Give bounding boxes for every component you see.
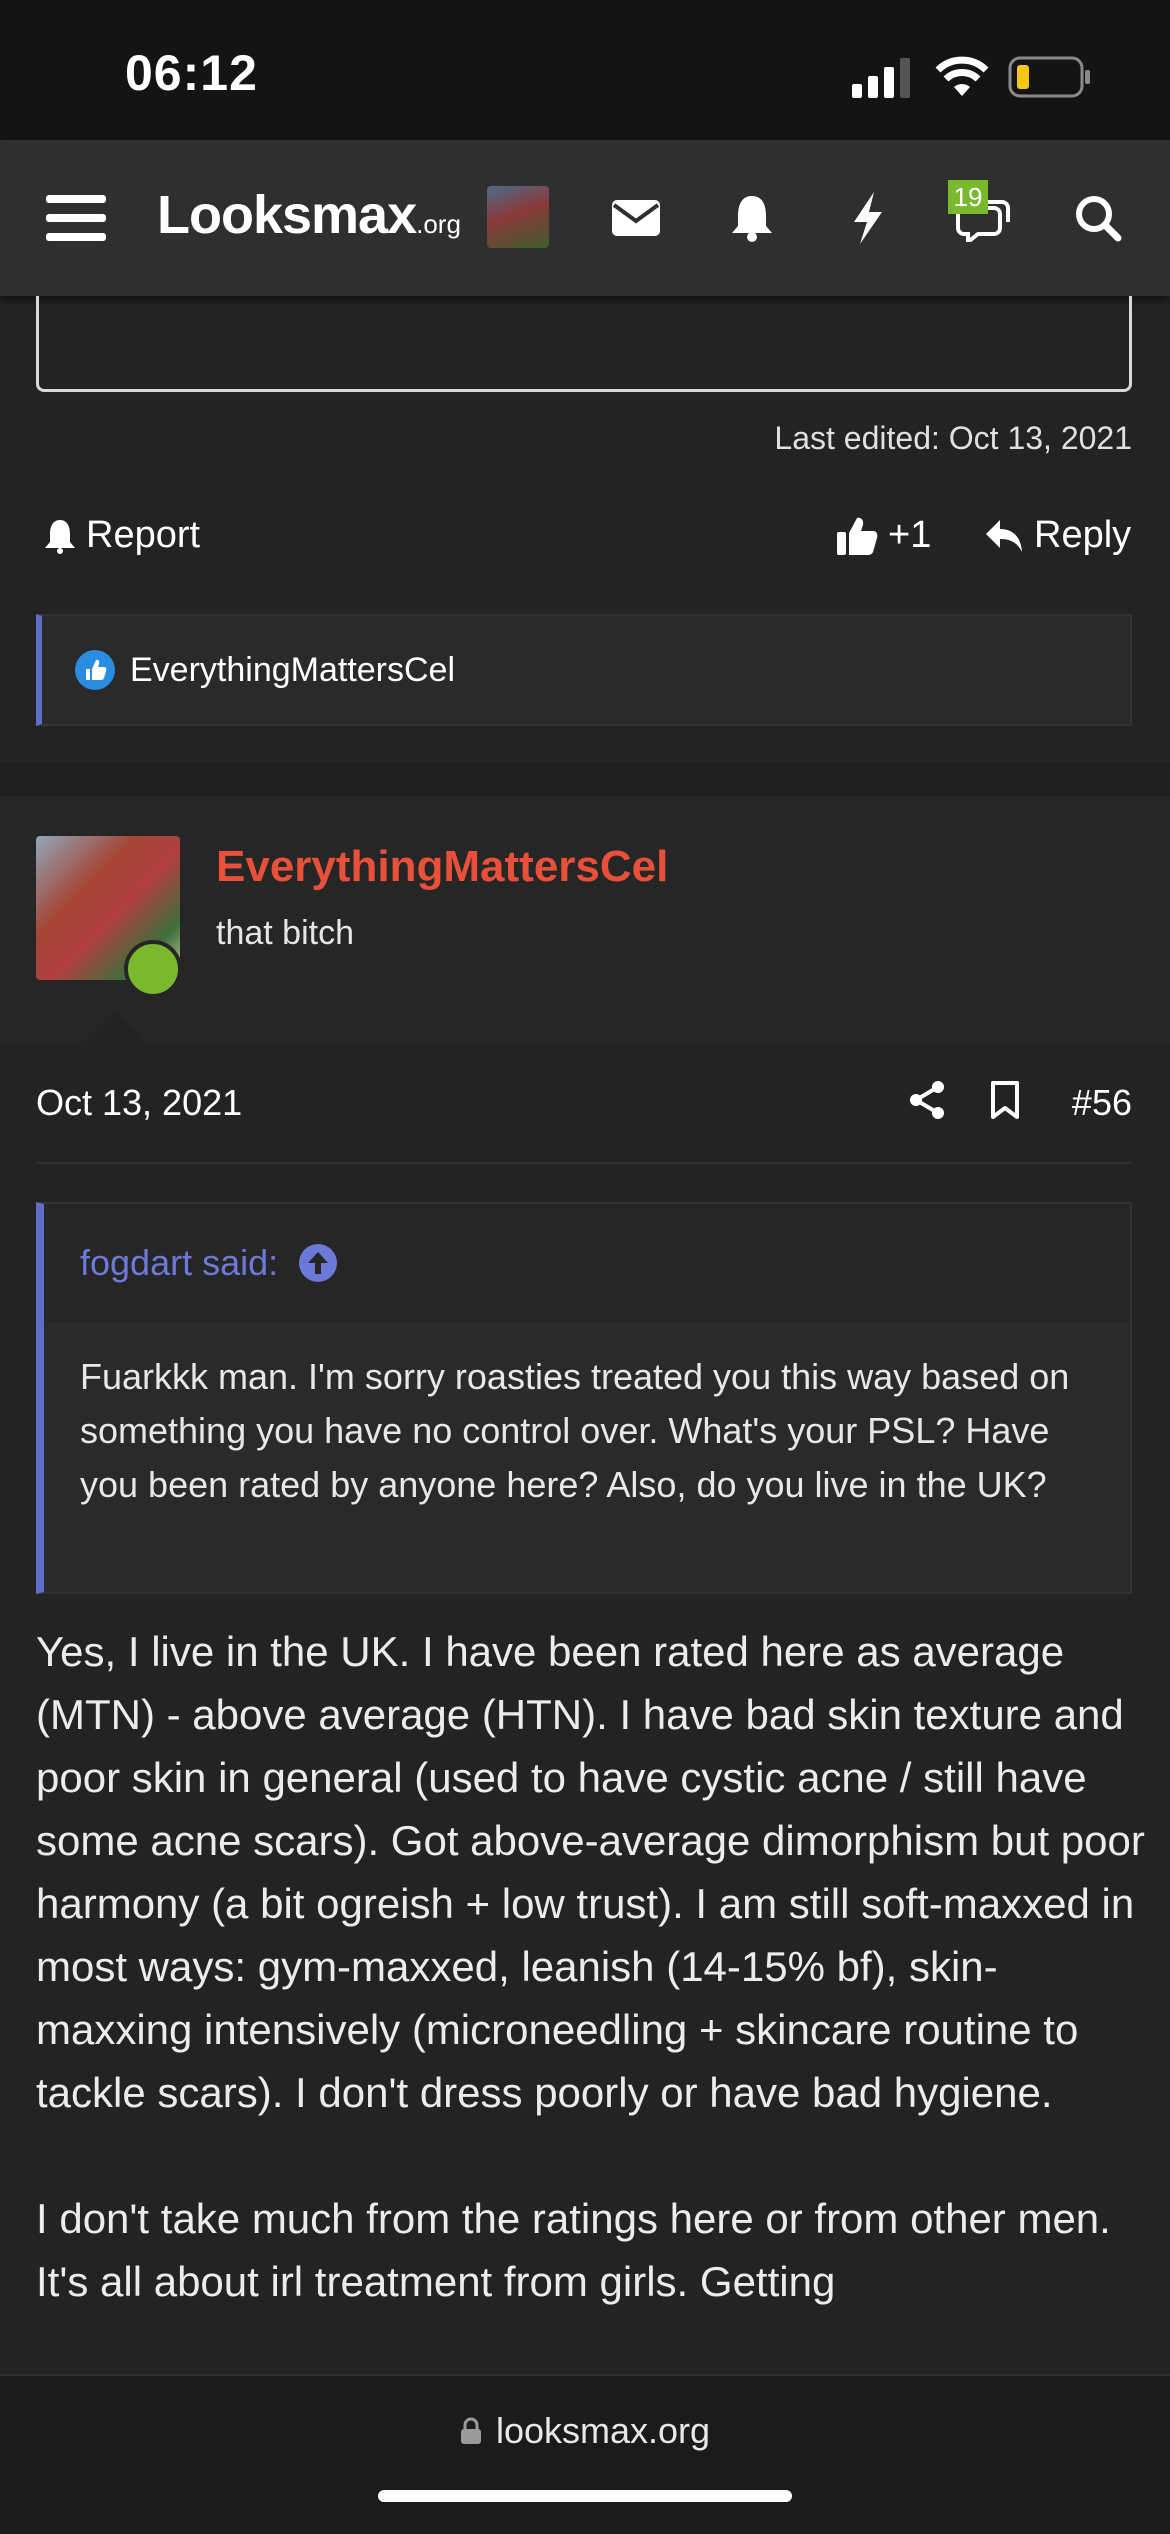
share-icon[interactable] (908, 1080, 946, 1120)
embedded-content-box (36, 296, 1132, 392)
post-number[interactable]: #56 (1072, 1082, 1132, 1124)
bell-icon (45, 519, 75, 554)
home-indicator[interactable] (378, 2490, 792, 2502)
logo-suffix: .org (416, 209, 461, 239)
reply-icon (986, 519, 1022, 552)
post-paragraph: I don't take much from the ratings here … (36, 2195, 1111, 2305)
report-label: Report (86, 514, 201, 556)
post-divider (0, 762, 1170, 796)
post-body: Yes, I live in the UK. I have been rated… (36, 1620, 1146, 2376)
last-edited: Last edited: Oct 13, 2021 (774, 420, 1132, 456)
reply-button[interactable]: Reply (984, 514, 1131, 557)
browser-bottom-bar (0, 2374, 1170, 2534)
status-time: 06:12 (125, 45, 258, 101)
user-avatar[interactable] (487, 186, 549, 248)
reaction-user[interactable]: EverythingMattersCel (130, 651, 455, 690)
post-paragraph: Yes, I live in the UK. I have been rated… (36, 1628, 1145, 2116)
lightning-icon[interactable] (830, 180, 906, 256)
like-button[interactable]: +1 (836, 514, 931, 557)
battery-icon (1008, 56, 1090, 98)
signal-icon (852, 58, 910, 98)
quote-text: Fuarkkk man. I'm sorry roasties treated … (80, 1356, 1070, 1505)
messages-badge: 19 (948, 180, 988, 214)
status-bar: 06:12 (0, 0, 1170, 140)
online-status-dot (124, 940, 182, 998)
menu-icon[interactable] (38, 180, 114, 256)
author-name[interactable]: EverythingMattersCel (216, 842, 668, 892)
search-icon[interactable] (1060, 180, 1136, 256)
quote-author[interactable]: fogdart said: (80, 1242, 278, 1284)
address-bar[interactable]: looksmax.org (0, 2410, 1170, 2452)
report-button[interactable]: Report (44, 514, 200, 557)
thumbs-up-icon (837, 517, 878, 555)
url-text: looksmax.org (495, 2410, 711, 2451)
logo-text: Looksmax (157, 185, 417, 245)
envelope-icon[interactable] (598, 180, 674, 256)
quote-header[interactable]: fogdart said: (44, 1204, 1130, 1322)
author-title: that bitch (216, 914, 354, 952)
post-date[interactable]: Oct 13, 2021 (36, 1082, 242, 1124)
post-header-divider (36, 1162, 1132, 1164)
site-logo[interactable]: Looksmax.org (157, 184, 461, 246)
like-count: +1 (888, 514, 932, 556)
wifi-icon (935, 56, 989, 96)
header-caret (84, 1010, 144, 1042)
bell-icon[interactable] (714, 180, 790, 256)
quote-block: fogdart said: Fuarkkk man. I'm sorry roa… (36, 1202, 1132, 1594)
like-reaction-icon (75, 650, 115, 690)
arrow-up-circle-icon[interactable] (298, 1243, 338, 1283)
top-nav: Looksmax.org 19 (0, 140, 1170, 296)
reply-label: Reply (1034, 514, 1132, 556)
lock-icon (460, 2417, 481, 2444)
bookmark-icon[interactable] (990, 1080, 1020, 1120)
reactions-bar[interactable]: EverythingMattersCel (36, 614, 1132, 726)
